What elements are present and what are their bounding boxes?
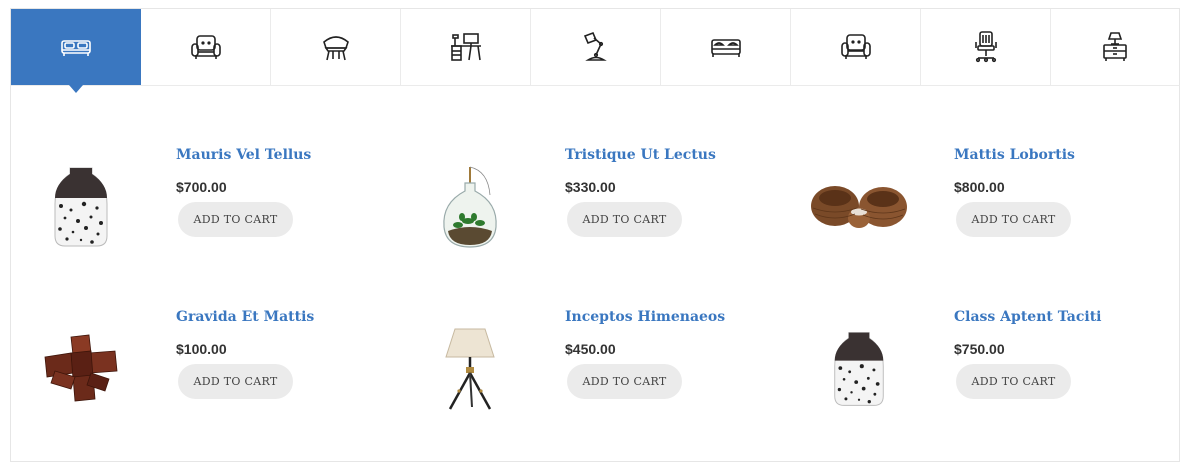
add-to-cart-button[interactable]: ADD TO CART — [956, 364, 1071, 399]
tab-chairs[interactable] — [271, 9, 401, 85]
tab-sofa-chairs[interactable] — [791, 9, 921, 85]
product-card: Gravida Et Mattis $100.00 ADD TO CART — [11, 309, 371, 439]
tab-lamps[interactable] — [531, 9, 661, 85]
add-to-cart-button[interactable]: ADD TO CART — [567, 364, 682, 399]
tab-nightstands[interactable] — [1051, 9, 1179, 85]
product-title[interactable]: Class Aptent Taciti — [954, 309, 1102, 325]
add-to-cart-button[interactable]: ADD TO CART — [178, 202, 293, 237]
product-card: Inceptos Himenaeos $450.00 ADD TO CART — [400, 309, 760, 439]
nightstand-lamp-icon — [1103, 32, 1127, 61]
tab-armchairs[interactable] — [141, 9, 271, 85]
product-image[interactable] — [789, 147, 929, 267]
product-title[interactable]: Inceptos Himenaeos — [565, 309, 725, 325]
product-price: $330.00 — [565, 179, 616, 195]
tab-double-beds[interactable] — [661, 9, 791, 85]
product-image[interactable] — [11, 309, 151, 429]
product-price: $700.00 — [176, 179, 227, 195]
product-price: $750.00 — [954, 341, 1005, 357]
product-price: $450.00 — [565, 341, 616, 357]
wicker-baskets-image — [811, 186, 907, 228]
add-to-cart-button[interactable]: ADD TO CART — [567, 202, 682, 237]
wooden-puzzle-image — [44, 334, 118, 402]
product-image[interactable] — [400, 309, 540, 429]
add-to-cart-button[interactable]: ADD TO CART — [956, 202, 1071, 237]
tab-office-chairs[interactable] — [921, 9, 1051, 85]
speckled-vase-image — [54, 167, 108, 247]
product-card: Tristique Ut Lectus $330.00 ADD TO CART — [400, 147, 760, 277]
product-price: $800.00 — [954, 179, 1005, 195]
category-tabs — [10, 8, 1180, 93]
chair-icon — [322, 36, 349, 61]
tab-beds[interactable] — [11, 9, 141, 93]
product-card: Mattis Lobortis $800.00 ADD TO CART — [789, 147, 1149, 277]
double-bed-icon — [710, 39, 741, 57]
product-title[interactable]: Mattis Lobortis — [954, 147, 1075, 163]
product-title[interactable]: Mauris Vel Tellus — [176, 147, 311, 163]
armchair-icon — [190, 35, 221, 59]
tripod-lamp-image — [445, 328, 495, 410]
product-title[interactable]: Gravida Et Mattis — [176, 309, 314, 325]
bed-icon — [61, 40, 91, 56]
product-title[interactable]: Tristique Ut Lectus — [565, 147, 716, 163]
product-image[interactable] — [789, 309, 929, 429]
tab-desks[interactable] — [401, 9, 531, 85]
product-price: $100.00 — [176, 341, 227, 357]
desk-lamp-icon — [583, 31, 607, 61]
desk-icon — [450, 33, 481, 61]
product-image[interactable] — [400, 147, 540, 267]
add-to-cart-button[interactable]: ADD TO CART — [178, 364, 293, 399]
product-image[interactable] — [11, 147, 151, 267]
glass-terrarium-image — [443, 166, 497, 248]
product-card: Class Aptent Taciti $750.00 ADD TO CART — [789, 309, 1149, 439]
office-chair-icon — [974, 31, 997, 63]
speckled-vase-image — [834, 332, 884, 406]
sofa-chair-icon — [840, 34, 871, 59]
product-card: Mauris Vel Tellus $700.00 ADD TO CART — [11, 147, 371, 277]
